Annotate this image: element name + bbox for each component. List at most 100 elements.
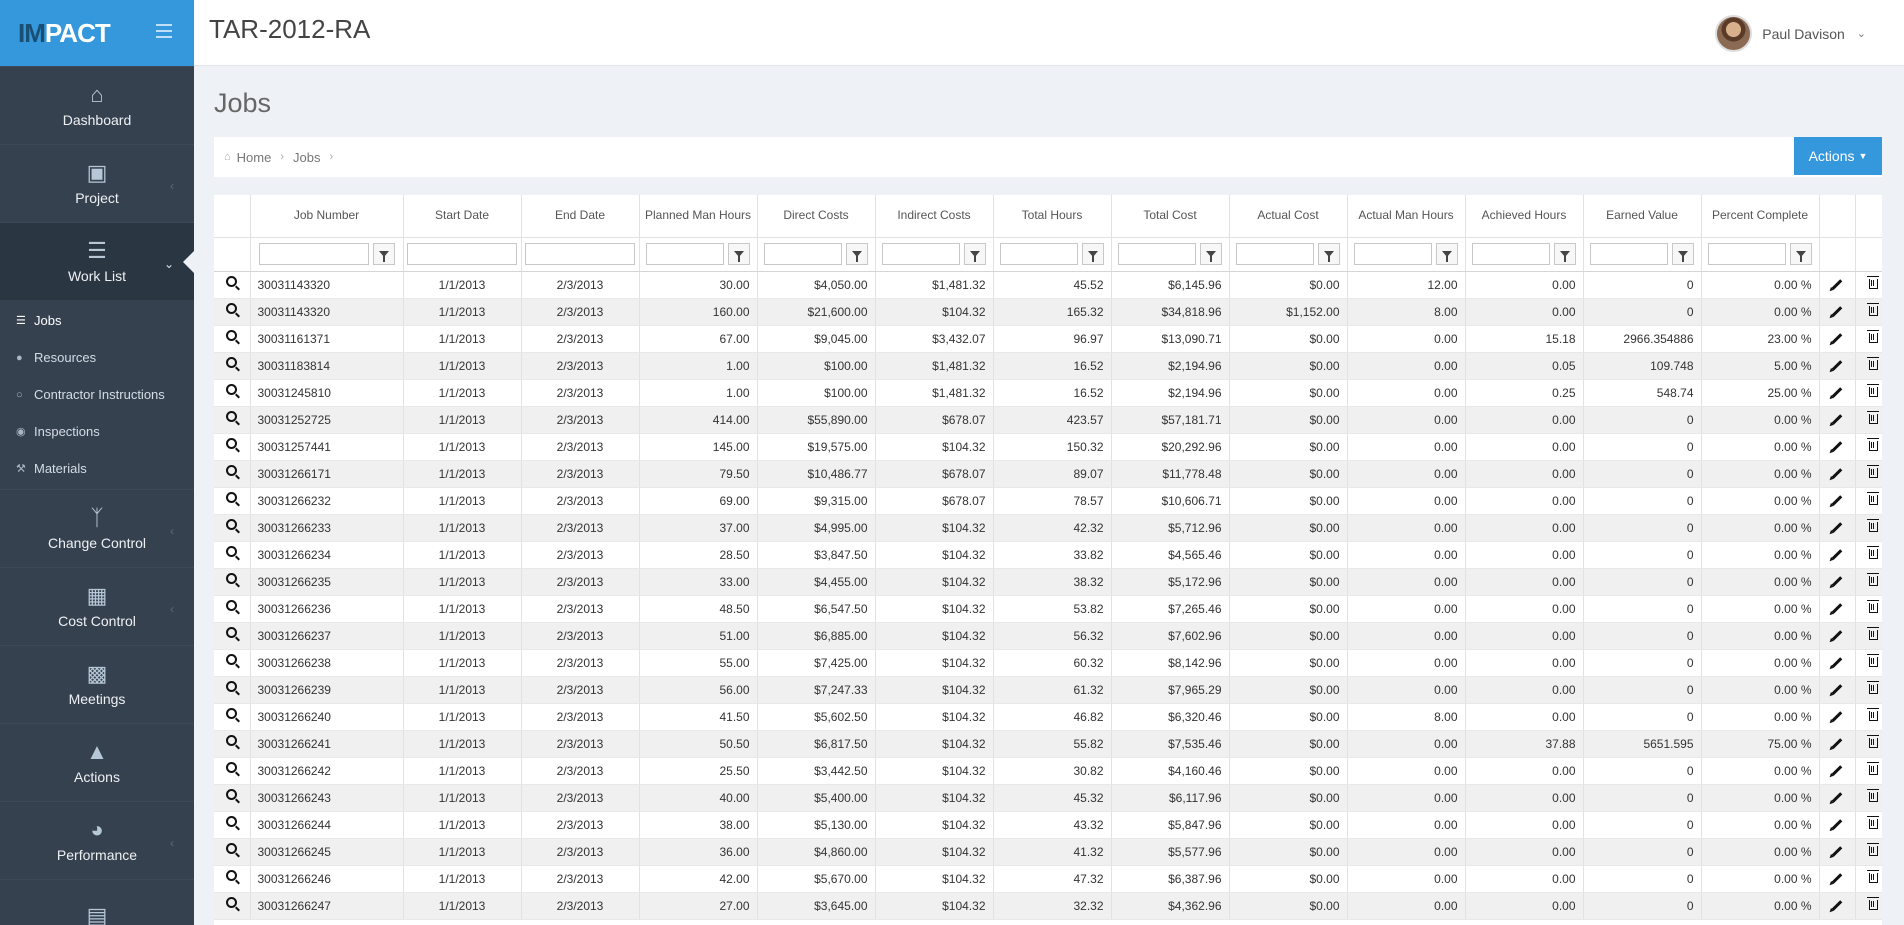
filter-input-direct-costs[interactable] xyxy=(764,243,842,265)
filter-input-indirect-costs[interactable] xyxy=(882,243,960,265)
view-button[interactable] xyxy=(214,568,251,596)
table-row[interactable]: 30031266239 1/1/2013 2/3/2013 56.00 $7,247.3… xyxy=(214,676,1882,704)
table-row[interactable]: 30031266245 1/1/2013 2/3/2013 36.00 $4,860.0… xyxy=(214,838,1882,866)
view-button[interactable] xyxy=(214,892,251,920)
view-button[interactable] xyxy=(214,730,251,758)
sidebar-item-meetings[interactable]: ▩ Meetings xyxy=(0,645,194,723)
table-row[interactable]: 30031266236 1/1/2013 2/3/2013 48.50 $6,547.5… xyxy=(214,595,1882,623)
column-header-total-hours[interactable]: Total Hours xyxy=(993,195,1112,238)
view-button[interactable] xyxy=(214,622,251,650)
delete-button[interactable] xyxy=(1855,865,1882,893)
sidebar-subitem-contractor-instructions[interactable]: ○ Contractor Instructions xyxy=(0,376,194,413)
sidebar-item-dashboard[interactable]: ⌂ Dashboard xyxy=(0,66,194,144)
column-header-earned-value[interactable]: Earned Value xyxy=(1583,195,1702,238)
edit-button[interactable] xyxy=(1819,730,1856,758)
delete-button[interactable] xyxy=(1855,379,1882,407)
delete-button[interactable] xyxy=(1855,703,1882,731)
filter-input-actual-cost[interactable] xyxy=(1236,243,1314,265)
table-row[interactable]: 30031266240 1/1/2013 2/3/2013 41.50 $5,602.5… xyxy=(214,703,1882,731)
edit-button[interactable] xyxy=(1819,568,1856,596)
edit-button[interactable] xyxy=(1819,784,1856,812)
column-header-direct-costs[interactable]: Direct Costs xyxy=(757,195,876,238)
table-row[interactable]: 30031252725 1/1/2013 2/3/2013 414.00 $55,890… xyxy=(214,406,1882,434)
view-button[interactable] xyxy=(214,649,251,677)
delete-button[interactable] xyxy=(1855,541,1882,569)
sidebar-item-more[interactable]: ▤ xyxy=(0,879,194,925)
delete-button[interactable] xyxy=(1855,325,1882,353)
table-row[interactable]: 30031266242 1/1/2013 2/3/2013 25.50 $3,442.5… xyxy=(214,757,1882,785)
actions-button[interactable]: Actions ▼ xyxy=(1794,137,1882,175)
table-row[interactable]: 30031266232 1/1/2013 2/3/2013 69.00 $9,315.0… xyxy=(214,487,1882,515)
table-row[interactable]: 30031266244 1/1/2013 2/3/2013 38.00 $5,130.0… xyxy=(214,811,1882,839)
column-header-achieved-hours[interactable]: Achieved Hours xyxy=(1465,195,1584,238)
view-button[interactable] xyxy=(214,703,251,731)
delete-button[interactable] xyxy=(1855,622,1882,650)
column-header-total-cost[interactable]: Total Cost xyxy=(1111,195,1230,238)
column-header-actual-man-hours[interactable]: Actual Man Hours xyxy=(1347,195,1466,238)
view-button[interactable] xyxy=(214,406,251,434)
delete-button[interactable] xyxy=(1855,568,1882,596)
delete-button[interactable] xyxy=(1855,487,1882,515)
filter-icon[interactable] xyxy=(1318,243,1340,265)
filter-icon[interactable] xyxy=(728,243,750,265)
table-row[interactable]: 30031266246 1/1/2013 2/3/2013 42.00 $5,670.0… xyxy=(214,865,1882,893)
delete-button[interactable] xyxy=(1855,757,1882,785)
edit-button[interactable] xyxy=(1819,271,1856,299)
view-button[interactable] xyxy=(214,595,251,623)
column-header-percent-complete[interactable]: Percent Complete xyxy=(1701,195,1820,238)
view-button[interactable] xyxy=(214,865,251,893)
edit-button[interactable] xyxy=(1819,703,1856,731)
filter-input-start-date[interactable] xyxy=(407,243,517,265)
view-button[interactable] xyxy=(214,541,251,569)
filter-icon[interactable] xyxy=(1200,243,1222,265)
sidebar-subitem-resources[interactable]: ● Resources xyxy=(0,339,194,376)
delete-button[interactable] xyxy=(1855,433,1882,461)
table-row[interactable]: 30031257441 1/1/2013 2/3/2013 145.00 $19,575… xyxy=(214,433,1882,461)
delete-button[interactable] xyxy=(1855,406,1882,434)
view-button[interactable] xyxy=(214,298,251,326)
view-button[interactable] xyxy=(214,325,251,353)
filter-input-job-number[interactable] xyxy=(258,243,369,265)
table-row[interactable]: 30031266237 1/1/2013 2/3/2013 51.00 $6,885.0… xyxy=(214,622,1882,650)
delete-button[interactable] xyxy=(1855,784,1882,812)
sidebar-subitem-jobs[interactable]: ☰ Jobs xyxy=(0,302,194,339)
view-button[interactable] xyxy=(214,379,251,407)
view-button[interactable] xyxy=(214,460,251,488)
table-row[interactable]: 30031266171 1/1/2013 2/3/2013 79.50 $10,486.… xyxy=(214,460,1882,488)
table-row[interactable]: 30031266241 1/1/2013 2/3/2013 50.50 $6,817.5… xyxy=(214,730,1882,758)
table-row[interactable]: 30031183814 1/1/2013 2/3/2013 1.00 $100.00 $1… xyxy=(214,352,1882,380)
sidebar-item-project[interactable]: ▣ Project ‹ xyxy=(0,144,194,222)
table-row[interactable]: 30031143320 1/1/2013 2/3/2013 160.00 $21,600… xyxy=(214,298,1882,326)
filter-input-achieved-hours[interactable] xyxy=(1472,243,1550,265)
column-header-end-date[interactable]: End Date xyxy=(521,195,640,238)
edit-button[interactable] xyxy=(1819,433,1856,461)
filter-input-total-hours[interactable] xyxy=(1000,243,1078,265)
table-row[interactable]: 30031161371 1/1/2013 2/3/2013 67.00 $9,045.0… xyxy=(214,325,1882,353)
column-header-indirect-costs[interactable]: Indirect Costs xyxy=(875,195,994,238)
view-button[interactable] xyxy=(214,487,251,515)
filter-icon[interactable] xyxy=(846,243,868,265)
column-header-job-number[interactable]: Job Number xyxy=(250,195,404,238)
table-row[interactable]: 30031266233 1/1/2013 2/3/2013 37.00 $4,995.0… xyxy=(214,514,1882,542)
table-row[interactable]: 30031266243 1/1/2013 2/3/2013 40.00 $5,400.0… xyxy=(214,784,1882,812)
view-button[interactable] xyxy=(214,271,251,299)
table-row[interactable]: 30031143320 1/1/2013 2/3/2013 30.00 $4,050.0… xyxy=(214,271,1882,299)
filter-icon[interactable] xyxy=(964,243,986,265)
column-header-planned-man-hours[interactable]: Planned Man Hours xyxy=(639,195,758,238)
edit-button[interactable] xyxy=(1819,892,1856,920)
view-button[interactable] xyxy=(214,757,251,785)
edit-button[interactable] xyxy=(1819,595,1856,623)
breadcrumb-jobs-link[interactable]: Jobs xyxy=(293,150,320,165)
menu-toggle-icon[interactable] xyxy=(156,24,172,38)
filter-input-earned-value[interactable] xyxy=(1590,243,1668,265)
sidebar-item-change-control[interactable]: ᛉ Change Control ‹ xyxy=(0,489,194,567)
sidebar-item-work-list[interactable]: ☰ Work List ⌄ xyxy=(0,222,194,300)
edit-button[interactable] xyxy=(1819,298,1856,326)
column-header-start-date[interactable]: Start Date xyxy=(403,195,522,238)
column-header-actual-cost[interactable]: Actual Cost xyxy=(1229,195,1348,238)
delete-button[interactable] xyxy=(1855,892,1882,920)
edit-button[interactable] xyxy=(1819,352,1856,380)
table-row[interactable]: 30031266234 1/1/2013 2/3/2013 28.50 $3,847.5… xyxy=(214,541,1882,569)
edit-button[interactable] xyxy=(1819,811,1856,839)
edit-button[interactable] xyxy=(1819,757,1856,785)
